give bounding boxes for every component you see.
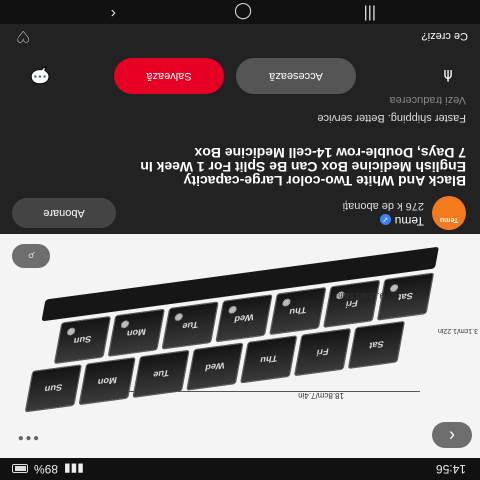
visit-button[interactable]: Accesează xyxy=(236,58,356,94)
dimension-height-label: 3.1cm/1.22in xyxy=(437,327,478,334)
compartment: Mon ✺ xyxy=(107,308,165,357)
comment-prompt[interactable]: Ce crezi? xyxy=(422,30,468,42)
status-bar: 14:56 ▮▮▮ 89% xyxy=(0,458,480,480)
compartment: Sat ✺ xyxy=(376,272,435,321)
save-button[interactable]: Salvează xyxy=(114,58,224,94)
back-button[interactable]: ‹ xyxy=(432,422,472,448)
compartment: Wed xyxy=(186,342,244,391)
dimension-length-label: 18.8cm/7.4in xyxy=(298,391,344,400)
product-image[interactable]: ‹ ••• 18.8cm/7.4in Sat Fri Thu Wed Tue M… xyxy=(0,234,480,458)
sun-icon: ✺ xyxy=(389,280,400,293)
seller-avatar[interactable]: Temu xyxy=(432,196,466,230)
pill-box: Sat Fri Thu Wed Tue Mon Sun Sat ✺ Fri ✺ Th… xyxy=(4,241,440,416)
battery-percent: 89% xyxy=(34,462,59,476)
compartment: Fri xyxy=(293,328,352,377)
compartment: Fri ✺ xyxy=(322,279,381,328)
comment-row[interactable]: Ce crezi? ♡ xyxy=(0,24,480,48)
signal-icon: ▮▮▮ xyxy=(64,462,84,476)
more-options-icon[interactable]: ••• xyxy=(16,428,39,446)
home-icon[interactable]: ◯ xyxy=(234,2,252,22)
share-icon[interactable]: ⋔ xyxy=(436,62,460,86)
compartment: Mon xyxy=(78,356,136,406)
pin-description: Faster shipping. Better service xyxy=(317,112,466,124)
seller-followers: 276 k de abonați xyxy=(342,200,424,212)
battery-icon xyxy=(12,464,28,474)
compartment: Tue ✺ xyxy=(161,301,219,350)
screen: 14:56 ▮▮▮ 89% ‹ ••• 18.8cm/7.4in Sat Fri… xyxy=(0,0,480,480)
dimension-width-label: 9.1cm/3.58in xyxy=(338,291,384,300)
seller-row: Temu Temu✓ 276 k de abonați Abonare xyxy=(0,190,480,234)
compartment: Sat xyxy=(347,320,406,370)
status-icons: ▮▮▮ 89% xyxy=(12,462,84,476)
compartment: Tue xyxy=(132,349,190,398)
back-icon[interactable]: ‹ xyxy=(111,4,116,22)
translate-link[interactable]: Vezi traducerea xyxy=(390,94,466,106)
recents-icon[interactable]: ||| xyxy=(364,4,376,22)
compartment: Sun xyxy=(24,364,83,413)
visual-search-icon[interactable]: ⌕ xyxy=(12,244,50,268)
status-time: 14:56 xyxy=(435,462,466,476)
seller-name[interactable]: Temu✓ xyxy=(379,214,424,228)
sun-icon: ✺ xyxy=(173,309,185,322)
pin-title: Black And White Two-color Large-capacity… xyxy=(140,145,466,189)
sun-icon: ✺ xyxy=(281,295,293,308)
compartment: Thu xyxy=(240,335,298,384)
compartment: Wed ✺ xyxy=(215,294,273,343)
action-bar: ⋔ Accesează Salvează 💬 xyxy=(0,54,480,94)
sun-icon: ✺ xyxy=(119,317,131,330)
verified-icon: ✓ xyxy=(379,214,391,225)
heart-icon[interactable]: ♡ xyxy=(16,26,30,46)
compartment: Thu ✺ xyxy=(269,286,327,336)
subscribe-button[interactable]: Abonare xyxy=(12,198,116,228)
comment-icon[interactable]: 💬 xyxy=(28,62,52,86)
sun-icon: ✺ xyxy=(227,302,239,315)
sun-icon: ✺ xyxy=(65,324,77,337)
compartment: Sun ✺ xyxy=(53,315,112,365)
system-nav-bar: ||| ◯ ‹ xyxy=(0,0,480,24)
